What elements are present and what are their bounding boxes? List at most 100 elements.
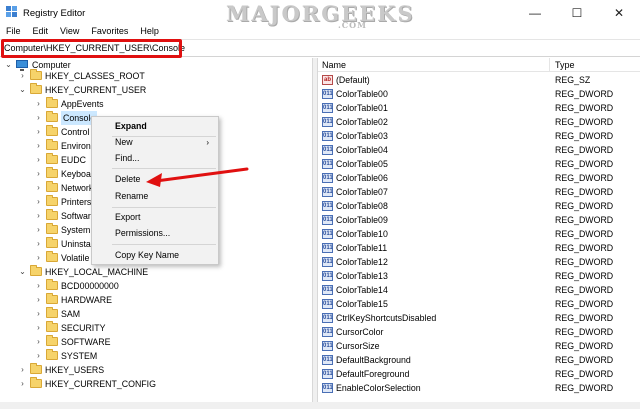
expand-icon[interactable]: › — [18, 69, 27, 83]
value-row[interactable]: 011 ColorTable00 REG_DWORD — [318, 87, 640, 101]
expand-icon[interactable]: › — [34, 279, 43, 293]
value-row[interactable]: 011 ColorTable09 REG_DWORD — [318, 213, 640, 227]
tree-item[interactable]: › SAM — [0, 307, 312, 321]
tree-item-label: HKEY_CURRENT_USER — [45, 85, 147, 95]
folder-icon — [46, 125, 58, 136]
expand-icon[interactable]: › — [18, 377, 27, 391]
folder-icon — [46, 111, 58, 122]
value-row[interactable]: 011 CursorColor REG_DWORD — [318, 325, 640, 339]
tree-item[interactable]: ⌄ HKEY_LOCAL_MACHINE — [0, 265, 312, 279]
menu-edit[interactable]: Edit — [27, 25, 55, 38]
menu-file[interactable]: File — [0, 25, 27, 38]
tree-item[interactable]: ⌄ HKEY_CURRENT_USER — [0, 83, 312, 97]
tree-item-label: EUDC — [61, 155, 86, 165]
column-divider[interactable] — [549, 58, 550, 72]
value-row[interactable]: ab (Default) REG_SZ — [318, 73, 640, 87]
expand-icon[interactable]: › — [34, 153, 43, 167]
collapse-icon[interactable]: ⌄ — [18, 265, 27, 279]
value-name: CursorColor — [336, 327, 384, 337]
context-export[interactable]: Export — [115, 211, 140, 224]
value-row[interactable]: 011 ColorTable05 REG_DWORD — [318, 157, 640, 171]
value-row[interactable]: 011 ColorTable01 REG_DWORD — [318, 101, 640, 115]
menu-view[interactable]: View — [54, 25, 85, 38]
value-row[interactable]: 011 ColorTable10 REG_DWORD — [318, 227, 640, 241]
context-copy-key-name[interactable]: Copy Key Name — [115, 249, 179, 262]
expand-icon[interactable]: › — [34, 139, 43, 153]
expand-icon[interactable]: › — [34, 321, 43, 335]
value-row[interactable]: 011 ColorTable06 REG_DWORD — [318, 171, 640, 185]
expand-icon[interactable]: › — [34, 125, 43, 139]
expand-icon[interactable]: › — [18, 363, 27, 377]
tree-item[interactable]: › AppEvents — [0, 97, 312, 111]
expand-icon[interactable]: › — [34, 237, 43, 251]
tree-item[interactable]: › HKEY_USERS — [0, 363, 312, 377]
value-type: REG_DWORD — [555, 257, 614, 267]
expand-icon[interactable]: › — [34, 97, 43, 111]
tree-item[interactable]: › HARDWARE — [0, 293, 312, 307]
value-name: ColorTable14 — [336, 285, 388, 295]
value-row[interactable]: 011 ColorTable11 REG_DWORD — [318, 241, 640, 255]
tree-item-label: HARDWARE — [61, 295, 112, 305]
value-row[interactable]: 011 EnableColorSelection REG_DWORD — [318, 381, 640, 395]
expand-icon[interactable]: › — [34, 251, 43, 265]
dword-value-icon: 011 — [322, 383, 333, 393]
context-expand[interactable]: Expand — [115, 120, 147, 133]
value-name: DefaultBackground — [336, 355, 411, 365]
expand-icon[interactable]: › — [34, 349, 43, 363]
value-row[interactable]: 011 DefaultBackground REG_DWORD — [318, 353, 640, 367]
context-rename[interactable]: Rename — [115, 190, 148, 203]
tree-item-label: HKEY_USERS — [45, 365, 105, 375]
value-row[interactable]: 011 ColorTable07 REG_DWORD — [318, 185, 640, 199]
value-row[interactable]: 011 ColorTable13 REG_DWORD — [318, 269, 640, 283]
context-new[interactable]: New › — [115, 136, 215, 149]
expand-icon[interactable]: › — [34, 111, 43, 125]
value-row[interactable]: 011 CtrlKeyShortcutsDisabled REG_DWORD — [318, 311, 640, 325]
value-type: REG_DWORD — [555, 313, 614, 323]
expand-icon[interactable]: › — [34, 167, 43, 181]
expand-icon[interactable]: › — [34, 181, 43, 195]
value-row[interactable]: 011 ColorTable15 REG_DWORD — [318, 297, 640, 311]
collapse-icon[interactable]: ⌄ — [18, 83, 27, 97]
menu-favorites[interactable]: Favorites — [85, 25, 134, 38]
expand-icon[interactable]: › — [34, 293, 43, 307]
dword-value-icon: 011 — [322, 103, 333, 113]
value-row[interactable]: 011 ColorTable12 REG_DWORD — [318, 255, 640, 269]
value-type: REG_DWORD — [555, 327, 614, 337]
value-name: ColorTable10 — [336, 229, 388, 239]
value-row[interactable]: 011 CursorSize REG_DWORD — [318, 339, 640, 353]
value-row[interactable]: 011 ColorTable08 REG_DWORD — [318, 199, 640, 213]
tree-item[interactable]: › HKEY_CLASSES_ROOT — [0, 69, 312, 83]
column-header-type[interactable]: Type — [555, 60, 575, 70]
value-row[interactable]: 011 ColorTable02 REG_DWORD — [318, 115, 640, 129]
folder-icon — [46, 293, 58, 304]
context-delete[interactable]: Delete — [115, 173, 140, 186]
expand-icon[interactable]: › — [34, 209, 43, 223]
dword-value-icon: 011 — [322, 285, 333, 295]
tree-item-label: HKEY_CURRENT_CONFIG — [45, 379, 156, 389]
value-name: ColorTable13 — [336, 271, 388, 281]
value-row[interactable]: 011 DefaultForeground REG_DWORD — [318, 367, 640, 381]
expand-icon[interactable]: › — [34, 335, 43, 349]
tree-item[interactable]: › SOFTWARE — [0, 335, 312, 349]
maximize-button[interactable]: ☐ — [556, 0, 598, 25]
expand-icon[interactable]: › — [34, 195, 43, 209]
value-name: DefaultForeground — [336, 369, 410, 379]
value-row[interactable]: 011 ColorTable03 REG_DWORD — [318, 129, 640, 143]
menu-bar: File Edit View Favorites Help — [0, 25, 640, 38]
column-header-name[interactable]: Name — [322, 60, 346, 70]
minimize-button[interactable]: — — [514, 0, 556, 25]
close-button[interactable]: ✕ — [598, 0, 640, 25]
value-row[interactable]: 011 ColorTable04 REG_DWORD — [318, 143, 640, 157]
context-find[interactable]: Find... — [115, 152, 139, 165]
folder-icon — [46, 223, 58, 234]
value-row[interactable]: 011 ColorTable14 REG_DWORD — [318, 283, 640, 297]
menu-help[interactable]: Help — [134, 25, 165, 38]
tree-item[interactable]: › HKEY_CURRENT_CONFIG — [0, 377, 312, 391]
tree-item[interactable]: › BCD00000000 — [0, 279, 312, 293]
expand-icon[interactable]: › — [34, 307, 43, 321]
tree-item[interactable]: › SYSTEM — [0, 349, 312, 363]
tree-item[interactable]: › SECURITY — [0, 321, 312, 335]
context-permissions[interactable]: Permissions... — [115, 227, 170, 240]
horizontal-scrollbar[interactable] — [0, 402, 640, 409]
expand-icon[interactable]: › — [34, 223, 43, 237]
